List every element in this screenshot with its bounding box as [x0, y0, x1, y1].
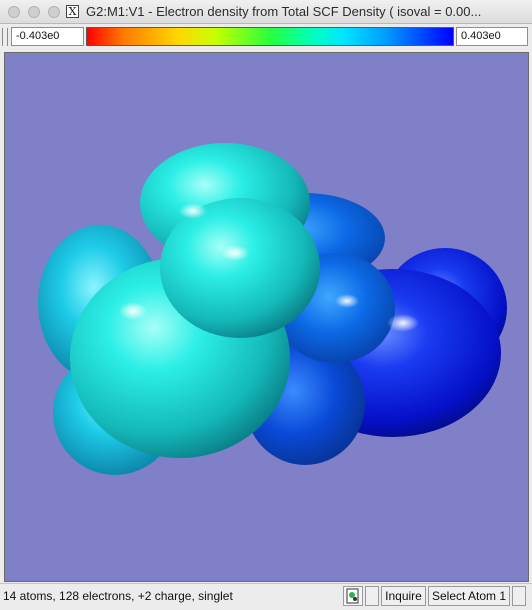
- specular-highlight: [179, 203, 207, 219]
- status-end-button[interactable]: [512, 586, 526, 606]
- toolbar-grip-handle[interactable]: [2, 28, 8, 46]
- color-scale-max-field[interactable]: 0.403e0: [456, 27, 528, 46]
- molecule-3d-viewport[interactable]: [4, 52, 529, 582]
- specular-highlight: [387, 314, 419, 332]
- inquire-button[interactable]: Inquire: [381, 586, 426, 606]
- color-scale-bar: -0.403e0 0.403e0: [0, 24, 532, 50]
- specular-highlight: [119, 302, 147, 320]
- minimize-window-button[interactable]: [28, 6, 40, 18]
- specular-highlight: [221, 245, 249, 261]
- window-title: G2:M1:V1 - Electron density from Total S…: [86, 4, 482, 19]
- color-scale-min-field[interactable]: -0.403e0: [11, 27, 84, 46]
- status-blank-button[interactable]: [365, 586, 379, 606]
- color-scale-gradient: [86, 27, 454, 46]
- electron-density-surface[interactable]: [5, 53, 529, 582]
- close-window-button[interactable]: [8, 6, 20, 18]
- surface-lobe: [160, 198, 320, 338]
- molecule-info-text: 14 atoms, 128 electrons, +2 charge, sing…: [3, 589, 233, 603]
- molecule-view-icon[interactable]: [343, 586, 363, 606]
- x11-icon: X: [66, 5, 79, 18]
- status-bar: 14 atoms, 128 electrons, +2 charge, sing…: [0, 583, 532, 608]
- specular-highlight: [335, 294, 359, 308]
- zoom-window-button[interactable]: [48, 6, 60, 18]
- window-titlebar: X G2:M1:V1 - Electron density from Total…: [0, 0, 532, 24]
- select-atom-button[interactable]: Select Atom 1: [428, 586, 510, 606]
